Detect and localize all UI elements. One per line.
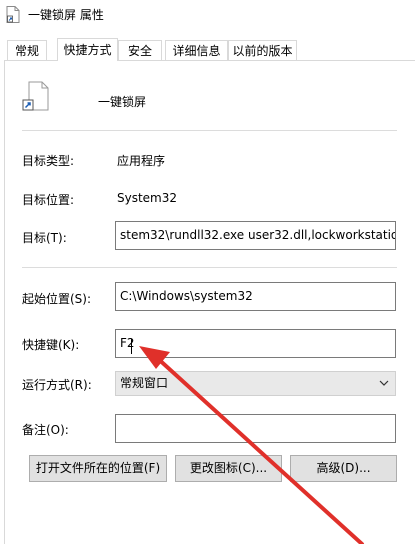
tab-strip: 常规 快捷方式 安全 详细信息 以前的版本 <box>0 38 415 61</box>
start-in-input[interactable]: C:\Windows\system32 <box>115 282 396 311</box>
tab-previous-versions[interactable]: 以前的版本 <box>228 40 297 60</box>
title-bar: 一键锁屏 属性 <box>0 0 415 30</box>
shortcut-name: 一键锁屏 <box>98 95 147 109</box>
chevron-down-icon <box>379 380 389 386</box>
run-select-value: 常规窗口 <box>120 376 169 390</box>
start-in-label: 起始位置(S): <box>22 292 92 306</box>
comment-input[interactable] <box>115 414 396 443</box>
target-type-label: 目标类型: <box>22 154 75 168</box>
run-select[interactable]: 常规窗口 <box>115 371 396 396</box>
window-title: 一键锁屏 属性 <box>28 8 104 22</box>
tab-details[interactable]: 详细信息 <box>165 40 228 60</box>
run-label: 运行方式(R): <box>22 378 92 392</box>
comment-label: 备注(O): <box>22 423 69 437</box>
divider <box>22 267 397 268</box>
tab-security[interactable]: 安全 <box>118 40 162 60</box>
open-file-location-button[interactable]: 打开文件所在的位置(F) <box>29 455 167 482</box>
shortcut-file-icon <box>22 81 49 111</box>
document-icon <box>6 6 20 23</box>
tab-shortcut[interactable]: 快捷方式 <box>57 38 118 61</box>
target-input[interactable]: stem32\rundll32.exe user32.dll,lockworks… <box>115 221 396 250</box>
target-location-label: 目标位置: <box>22 193 75 207</box>
target-type-value: 应用程序 <box>117 154 166 168</box>
text-caret <box>131 339 132 354</box>
hotkey-label: 快捷键(K): <box>22 338 80 352</box>
advanced-button[interactable]: 高级(D)... <box>290 455 397 482</box>
change-icon-button[interactable]: 更改图标(C)... <box>175 455 282 482</box>
target-label: 目标(T): <box>22 231 67 245</box>
tab-general[interactable]: 常规 <box>7 40 47 60</box>
hotkey-input[interactable]: F2 <box>115 329 396 358</box>
divider <box>22 130 397 131</box>
target-location-value: System32 <box>117 191 178 205</box>
